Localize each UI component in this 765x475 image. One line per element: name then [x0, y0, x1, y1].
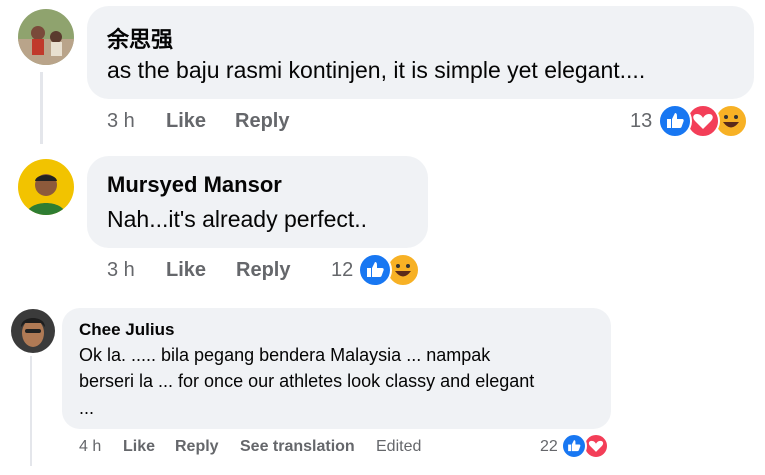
like-button[interactable]: Like — [123, 438, 155, 456]
avatar[interactable] — [11, 309, 55, 353]
reaction-count[interactable]: 13 — [630, 110, 652, 133]
avatar[interactable] — [18, 159, 74, 215]
comment-time[interactable]: 3 h — [107, 259, 135, 282]
comment-text-line: Ok la. ..... bila pegang bendera Malaysi… — [79, 345, 491, 365]
reply-button[interactable]: Reply — [236, 259, 290, 282]
comment-text-line: ... — [79, 398, 95, 418]
comment-author[interactable]: 余思强 — [107, 22, 173, 54]
comment-text-line: berseri la ... for once our athletes loo… — [79, 371, 535, 391]
see-translation-button[interactable]: See translation — [240, 438, 355, 456]
comment-text: as the baju rasmi kontinjen, it is simpl… — [107, 57, 646, 83]
thread-line — [40, 72, 43, 144]
comment-time[interactable]: 4 h — [79, 438, 101, 456]
comment-author[interactable]: Mursyed Mansor — [107, 172, 282, 198]
like-button[interactable]: Like — [166, 259, 206, 282]
edited-label[interactable]: Edited — [376, 438, 421, 456]
comment-time[interactable]: 3 h — [107, 110, 135, 133]
like-icon — [658, 104, 692, 138]
like-icon — [358, 253, 392, 287]
reaction-count[interactable]: 12 — [331, 259, 353, 282]
comment-bubble — [87, 6, 754, 99]
comment-author[interactable]: Chee Julius — [79, 320, 174, 340]
reply-button[interactable]: Reply — [175, 438, 219, 456]
thread-line — [30, 356, 32, 466]
reaction-count[interactable]: 22 — [540, 438, 558, 456]
like-icon — [561, 433, 587, 459]
comment-bubble — [87, 156, 428, 248]
reply-button[interactable]: Reply — [235, 110, 289, 133]
avatar[interactable] — [18, 9, 74, 65]
like-button[interactable]: Like — [166, 110, 206, 133]
comment-text: Nah...it's already perfect.. — [107, 206, 368, 232]
